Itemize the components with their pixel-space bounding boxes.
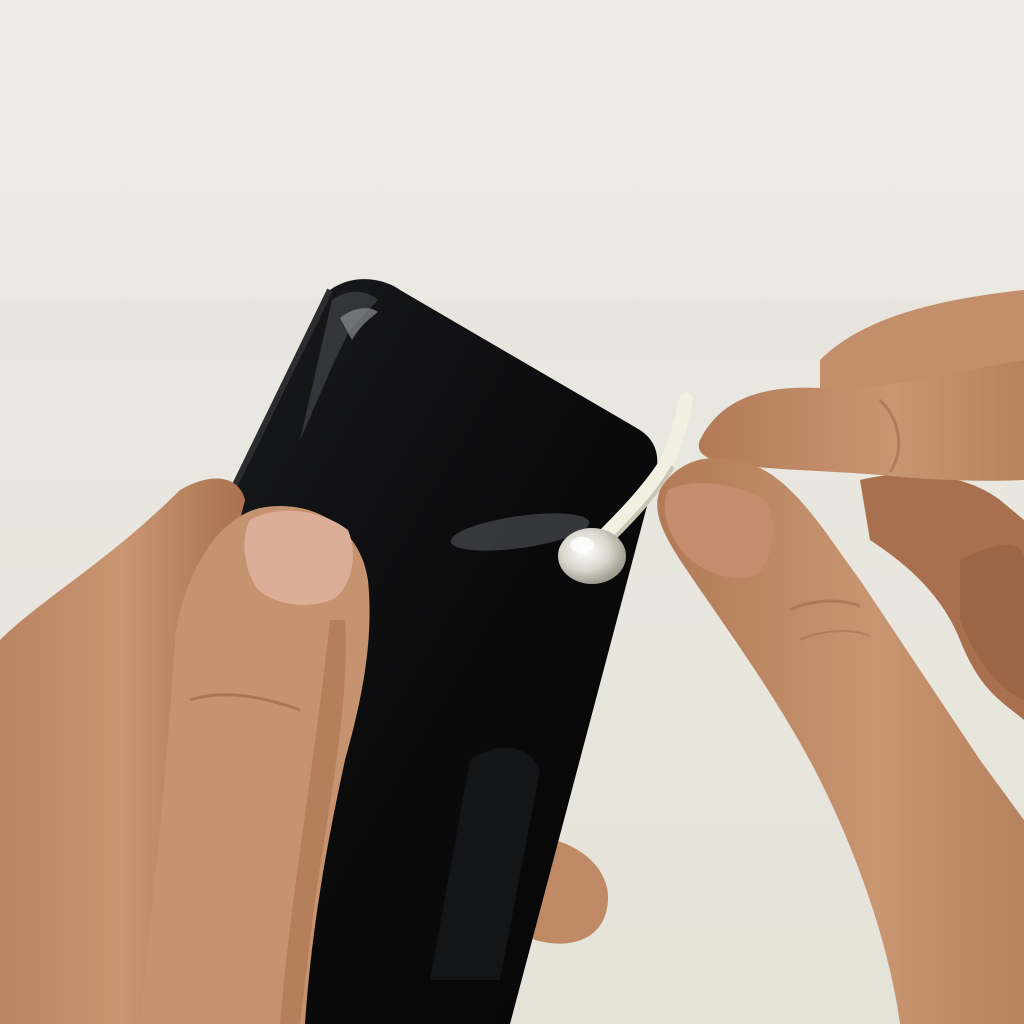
photo-scene (0, 0, 1024, 1024)
swab-tip-highlight (570, 537, 594, 553)
swab-tip (558, 528, 626, 584)
left-thumbnail (244, 510, 353, 605)
